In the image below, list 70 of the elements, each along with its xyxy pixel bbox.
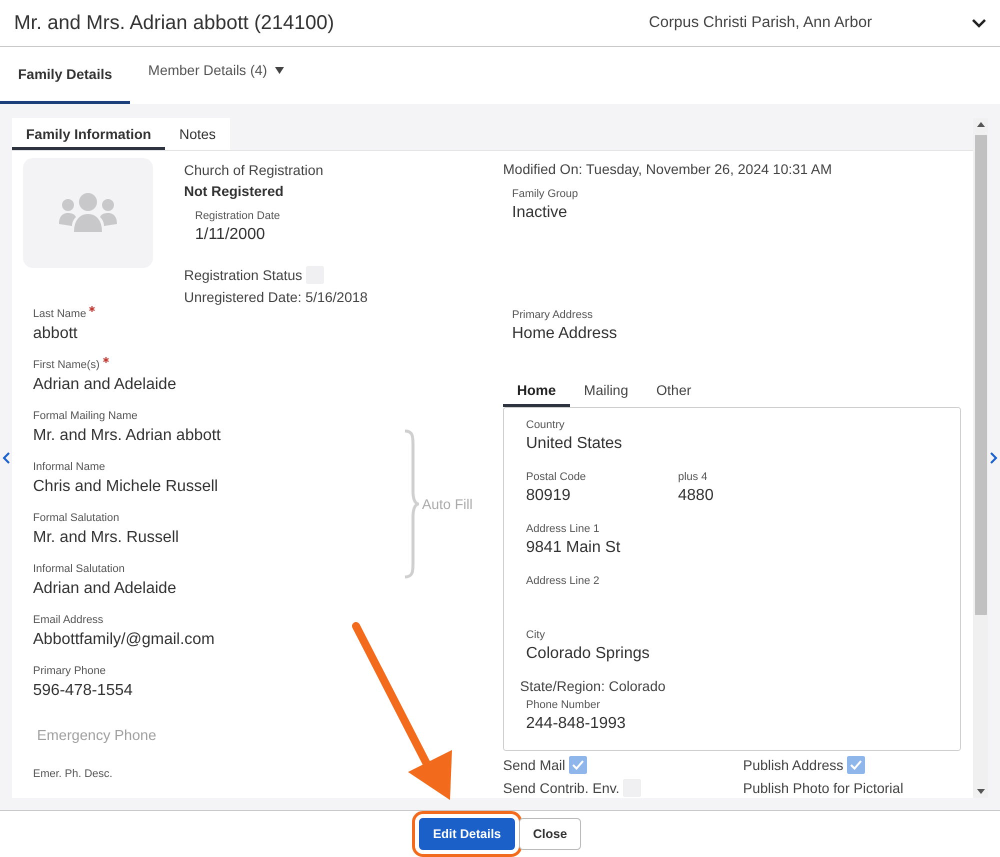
scroll-down-icon[interactable] [976,789,984,794]
field-value: Abbottfamily/@gmail.com [33,630,216,650]
field-label: Registration Date [195,209,281,223]
next-icon[interactable] [990,452,998,464]
family-icon [59,192,117,234]
auto-fill-label: Auto Fill [422,496,473,512]
flag-label: Send Mail [503,756,566,775]
scroll-up-icon[interactable] [976,122,984,127]
parish-name: Corpus Christi Parish, Ann Arbor [648,14,872,32]
tab[interactable]: Other [642,378,706,407]
field-label: Family Group [512,187,580,201]
field-label: Address Line 1 [526,522,600,536]
tab[interactable]: Member Details (4) [130,47,302,104]
field-value: Adrian and Adelaide [33,579,178,599]
field-label: Country [526,418,566,432]
church-value: Not Registered [184,182,285,201]
field-value: Adrian and Adelaide [33,375,178,395]
field-label: Informal Salutation [33,563,125,575]
field-value: Chris and Michele Russell [33,477,219,497]
field-label: Address Line 2 [526,574,600,588]
field-value: 1/11/2000 [195,225,266,245]
modified-date: Modified On: Tuesday, November 26, 2024 10:31 AM [503,160,833,179]
field-label: Primary Address [512,308,594,322]
field-value: 80919 [526,486,572,506]
status-label: Registration Status [184,266,302,285]
field-label: First Name(s) [33,359,100,371]
checkbox[interactable] [569,756,588,774]
field-value: 4880 [678,486,715,506]
field-label: Email Address [33,614,104,626]
field-label: Last Name [33,308,86,320]
scroll-thumb[interactable] [974,135,986,615]
field-value: Home Address [512,324,618,344]
field-value: United States [526,434,624,454]
chevron-down-icon[interactable] [972,18,986,28]
flag-label: Publish Address [743,756,844,775]
field-label: Formal Mailing Name [33,410,138,422]
field-value: 244-848-1993 [526,714,627,734]
checkbox[interactable] [847,756,866,774]
tab[interactable]: Family Information [12,118,166,150]
brace-icon [403,428,419,578]
field-value: Mr. and Mrs. Russell [33,528,180,548]
field-label: Emer. Ph. Desc. [33,767,114,781]
previous-icon[interactable] [2,452,10,464]
tab[interactable]: Home [503,378,570,407]
scrollbar[interactable] [973,118,988,798]
required-icon [89,306,96,312]
field-label: Formal Salutation [33,512,120,524]
field-label: Postal Code [526,470,587,484]
field-label: City [526,628,546,642]
field-label: Informal Name [33,461,106,473]
flag-label: Send Contrib. Env. [503,779,620,798]
field-value: Mr. and Mrs. Adrian abbott [33,426,222,446]
field-value: 596-478-1554 [33,681,134,701]
field-value: Inactive [512,203,568,223]
field-label: plus 4 [678,470,708,484]
field-value: abbott [33,324,78,344]
tab[interactable]: Mailing [570,378,642,407]
field-label: Phone Number [526,698,601,712]
unregistered-date: Unregistered Date: 5/16/2018 [184,288,368,307]
tab[interactable]: Notes [165,118,230,150]
emergency-phone-field[interactable]: Emergency Phone [33,712,333,754]
field-value: 9841 Main St [526,538,622,558]
church-label: Church of Registration [184,161,324,180]
close-button[interactable]: Close [519,818,582,850]
field-label: Primary Phone [33,665,106,677]
flag-label: Publish Photo for Pictorial [743,779,904,798]
required-icon [102,357,109,363]
state-region: State/Region: Colorado [520,677,667,696]
window-title: Mr. and Mrs. Adrian abbott (214100) [14,12,336,34]
field-value: Colorado Springs [526,644,651,664]
